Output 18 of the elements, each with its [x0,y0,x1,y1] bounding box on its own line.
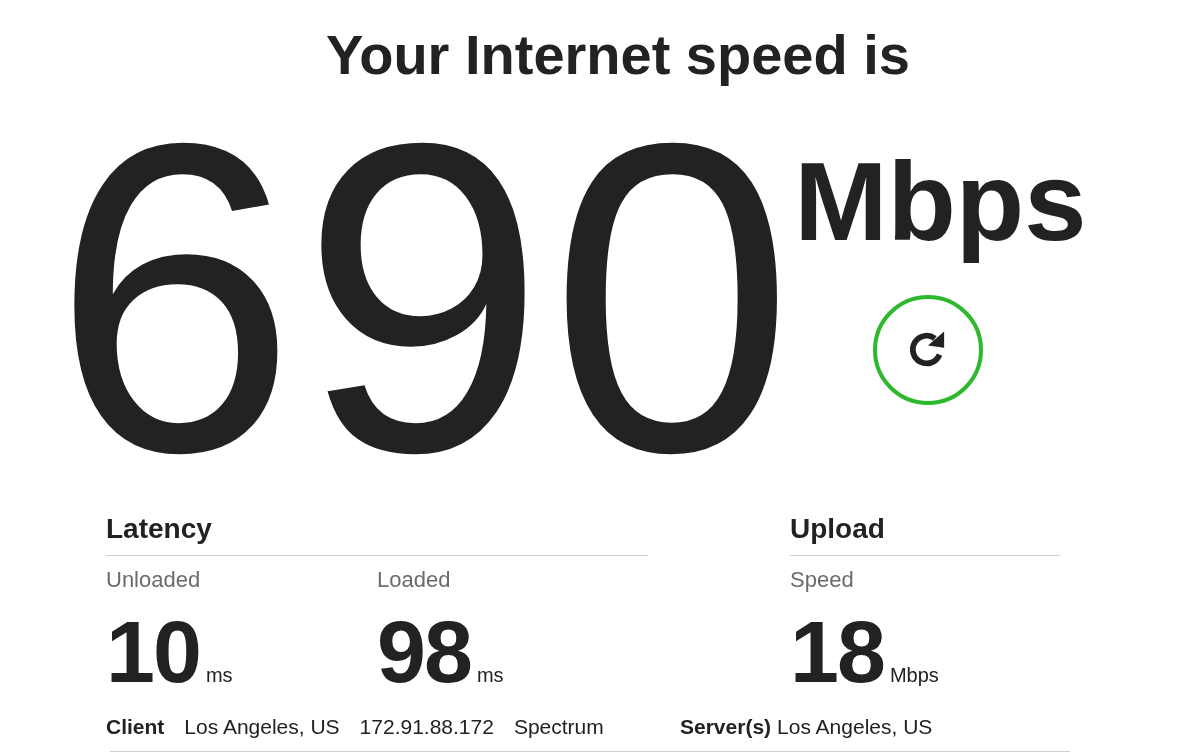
metric-value: 98 [377,606,471,698]
section-title: Latency [106,511,648,556]
detail-label: Client [106,714,165,740]
detail-label: Server(s) [680,714,772,740]
metric-unit: ms [205,664,233,687]
detail-value: Spectrum [513,714,604,740]
page-heading: Your Internet speed is [325,22,911,88]
detail-value: Los Angeles, US [777,714,933,740]
detail-value: Los Angeles, US [184,714,340,740]
metric-value: 10 [106,606,200,698]
metric-unit: ms [476,664,504,687]
metric-value: 18 [790,606,884,698]
section-title: Upload [790,511,1060,556]
metric-unit: Mbps [889,664,939,687]
detail-value: 172.91.88.172 [359,714,494,740]
metric-label: Loaded [377,566,452,594]
metric-label: Speed [790,566,855,594]
metric-label: Unloaded [106,566,202,594]
